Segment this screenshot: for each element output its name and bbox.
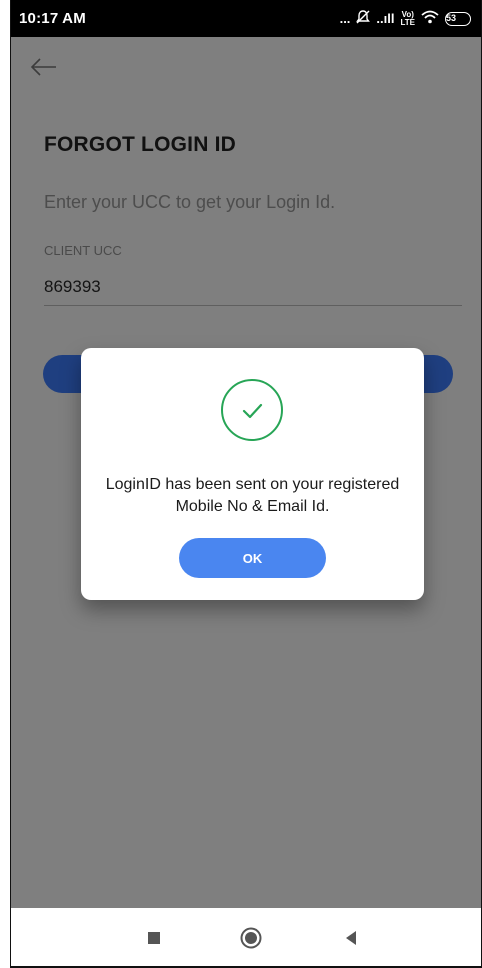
notification-dots-icon: ... <box>339 11 351 26</box>
status-icons: ... ..ıll Vo) LTE 53 <box>340 10 471 27</box>
phone-frame: 10:17 AM ... ..ıll Vo) LTE 53 FORGOT LOG… <box>10 0 482 968</box>
client-ucc-input[interactable]: 869393 <box>44 277 462 306</box>
forgot-login-screen: FORGOT LOGIN ID Enter your UCC to get yo… <box>11 37 481 908</box>
status-time: 10:17 AM <box>19 10 86 27</box>
battery-icon: 53 <box>445 11 471 26</box>
volte-icon: Vo) LTE <box>400 9 415 27</box>
ok-button[interactable]: OK <box>179 538 326 578</box>
client-ucc-label: CLIENT UCC <box>44 243 122 258</box>
back-icon[interactable] <box>340 927 362 949</box>
mute-icon <box>356 10 371 27</box>
dialog-message: LoginID has been sent on your registered… <box>105 476 400 515</box>
page-title: FORGOT LOGIN ID <box>44 133 236 156</box>
navigation-bar <box>11 908 481 966</box>
home-icon[interactable] <box>240 927 262 949</box>
check-circle-icon <box>220 378 284 442</box>
wifi-icon <box>421 10 439 27</box>
signal-icon: ..ıll <box>376 11 395 26</box>
recents-icon[interactable] <box>143 927 165 949</box>
success-dialog: LoginID has been sent on your registered… <box>81 348 424 600</box>
page-subtitle: Enter your UCC to get your Login Id. <box>44 192 336 212</box>
back-arrow-icon[interactable] <box>29 55 59 79</box>
status-bar: 10:17 AM ... ..ıll Vo) LTE 53 <box>11 0 481 37</box>
